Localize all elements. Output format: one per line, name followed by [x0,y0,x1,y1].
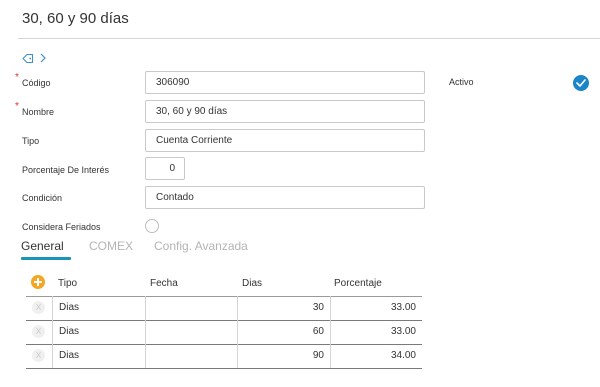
tab-comex[interactable]: COMEX [89,239,133,253]
porcentaje-field[interactable]: 0 [145,157,185,180]
active-tab-indicator [21,257,71,260]
cell-fecha[interactable] [145,344,238,368]
remove-row-x-icon[interactable]: X [32,301,45,314]
tab-general[interactable]: General [21,239,64,253]
tag-row [22,51,46,65]
col-tipo[interactable]: Tipo [58,278,77,289]
porcentaje-label: Porcentaje De Interés [22,165,110,175]
table-row: X Dias 30 33.00 [26,296,422,321]
required-marker: * [15,72,19,83]
cell-dias[interactable]: 90 [237,344,330,368]
grid-header: Tipo Fecha Dias Porcentaje [26,270,422,297]
condicion-label: Condición [22,193,63,203]
table-row: X Dias 60 33.00 [26,320,422,345]
tag-icon[interactable] [22,53,34,64]
title-divider [18,38,600,39]
nombre-label: Nombre [22,107,55,117]
cell-tipo[interactable]: Dias [52,320,145,344]
cell-porcentaje[interactable]: 33.00 [330,296,422,320]
col-porcentaje[interactable]: Porcentaje [334,278,382,289]
remove-row-x-icon[interactable]: X [32,325,45,338]
cell-porcentaje[interactable]: 34.00 [330,344,422,368]
table-row: X Dias 90 34.00 [26,344,422,369]
page-title: 30, 60 y 90 días [22,10,129,27]
activo-check-icon[interactable] [573,75,589,91]
cell-fecha[interactable] [145,320,238,344]
chevron-right-icon[interactable] [40,53,46,63]
cell-tipo[interactable]: Dias [52,296,145,320]
cell-fecha[interactable] [145,296,238,320]
tipo-label: Tipo [22,136,40,146]
cell-dias[interactable]: 30 [237,296,330,320]
col-fecha[interactable]: Fecha [150,278,178,289]
feriados-toggle[interactable] [145,219,159,233]
tipo-select[interactable]: Cuenta Corriente [145,129,425,152]
codigo-label: Código [22,78,51,88]
activo-label: Activo [449,77,474,87]
feriados-label: Considera Feriados [22,222,101,232]
add-row-plus-icon[interactable] [31,275,45,289]
cell-porcentaje[interactable]: 33.00 [330,320,422,344]
cell-tipo[interactable]: Dias [52,344,145,368]
required-marker: * [15,101,19,112]
nombre-field[interactable]: 30, 60 y 90 días [145,100,425,123]
tab-config-avanzada[interactable]: Config. Avanzada [154,239,248,253]
codigo-field[interactable]: 306090 [145,71,425,94]
col-dias[interactable]: Dias [242,278,262,289]
remove-row-x-icon[interactable]: X [32,349,45,362]
cell-dias[interactable]: 60 [237,320,330,344]
condicion-select[interactable]: Contado [145,186,425,209]
